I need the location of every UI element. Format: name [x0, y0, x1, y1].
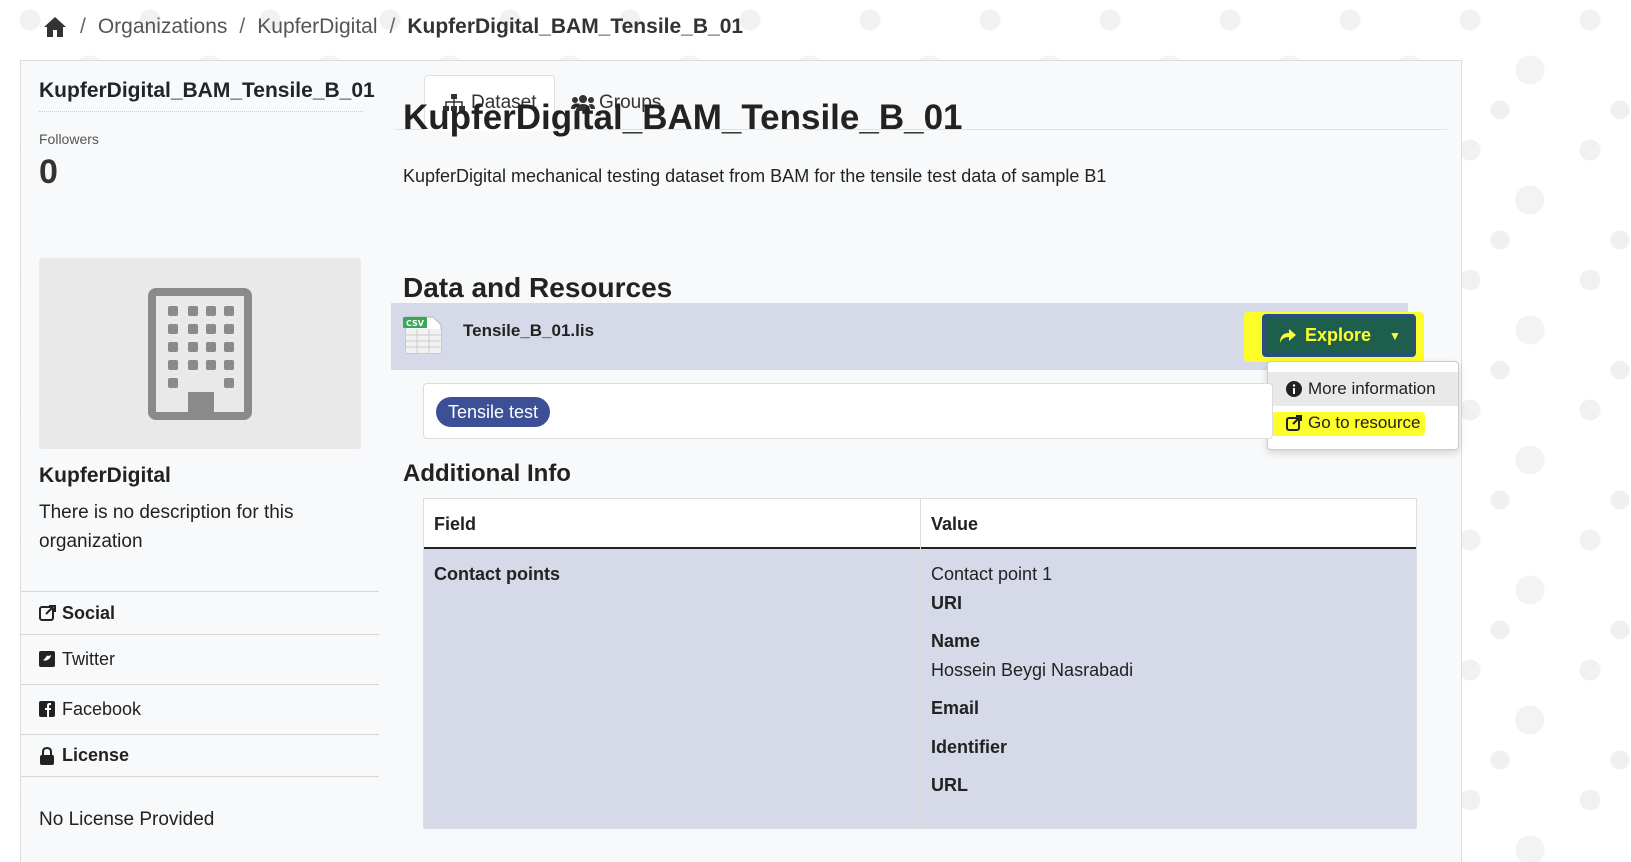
twitter-label: Twitter [62, 649, 116, 669]
breadcrumb-current[interactable]: KupferDigital_BAM_Tensile_B_01 [407, 15, 743, 39]
dataset-description: KupferDigital mechanical testing dataset… [403, 166, 1107, 186]
column-divider [920, 499, 921, 829]
field-cell: Contact points [434, 564, 560, 584]
additional-info-table: Field Value Contact points Contact point… [423, 498, 1417, 829]
breadcrumb-separator: / [239, 15, 246, 38]
sidebar-divider [21, 776, 379, 777]
breadcrumb-separator: / [80, 15, 86, 38]
external-link-icon [1286, 415, 1302, 431]
csv-format-label: CSV [406, 319, 425, 328]
csv-file-icon: CSV [403, 315, 443, 355]
name-label: Name [931, 631, 981, 651]
url-label: URL [931, 775, 968, 795]
building-icon [148, 287, 252, 420]
org-image[interactable] [39, 258, 361, 449]
explore-label: Explore [1305, 325, 1372, 345]
followers-count: 0 [39, 153, 58, 191]
facebook-link[interactable]: Facebook [21, 684, 379, 734]
uri-label: URI [931, 593, 962, 613]
facebook-icon [39, 700, 57, 719]
dataset-title: KupferDigital_BAM_Tensile_B_01 [403, 98, 963, 137]
additional-info-heading: Additional Info [403, 460, 571, 487]
breadcrumb-separator: / [389, 15, 396, 38]
tags-box: Tensile test [423, 383, 1273, 439]
social-heading: Social [21, 591, 379, 634]
lock-icon [39, 746, 57, 765]
more-information-item[interactable]: More information [1268, 372, 1458, 406]
email-label: Email [931, 698, 980, 718]
value-column-header: Value [931, 514, 979, 534]
contact-point-subtitle: Contact point 1 [931, 564, 1053, 584]
home-icon[interactable] [42, 15, 68, 39]
go-to-resource-label: Go to resource [1308, 413, 1421, 432]
twitter-icon [39, 650, 57, 669]
info-circle-icon [1286, 381, 1302, 397]
breadcrumb-organizations-link[interactable]: Organizations [98, 15, 228, 39]
identifier-label: Identifier [931, 737, 1008, 757]
go-to-resource-item[interactable]: Go to resource [1260, 406, 1458, 440]
explore-dropdown-menu: More information Go to resource [1260, 361, 1459, 450]
caret-down-icon: ▼ [1389, 328, 1401, 343]
resources-heading: Data and Resources [403, 272, 673, 303]
sidebar-title: KupferDigital_BAM_Tensile_B_01 [39, 79, 375, 112]
field-column-header: Field [434, 514, 477, 534]
more-information-label: More information [1308, 379, 1436, 398]
license-heading: License [21, 734, 379, 776]
followers-label: Followers [39, 131, 99, 147]
resource-name[interactable]: Tensile_B_01.lis [463, 321, 594, 341]
breadcrumb: / Organizations / KupferDigital / Kupfer… [42, 10, 743, 44]
explore-button[interactable]: Explore ▼ [1262, 314, 1416, 357]
facebook-label: Facebook [62, 699, 142, 719]
name-value: Hossein Beygi Nasrabadi [931, 660, 1134, 680]
org-description: There is no description for this organiz… [39, 502, 294, 552]
tag-pill[interactable]: Tensile test [436, 397, 551, 427]
org-name: KupferDigital [39, 464, 171, 487]
license-text: No License Provided [39, 809, 215, 830]
social-heading-label: Social [62, 602, 116, 623]
breadcrumb-org-link[interactable]: KupferDigital [257, 15, 377, 39]
twitter-link[interactable]: Twitter [21, 634, 379, 684]
share-arrow-icon [1280, 328, 1296, 343]
share-icon [39, 604, 57, 622]
sidebar: KupferDigital_BAM_Tensile_B_01 Followers… [21, 61, 379, 862]
license-heading-label: License [62, 745, 130, 765]
